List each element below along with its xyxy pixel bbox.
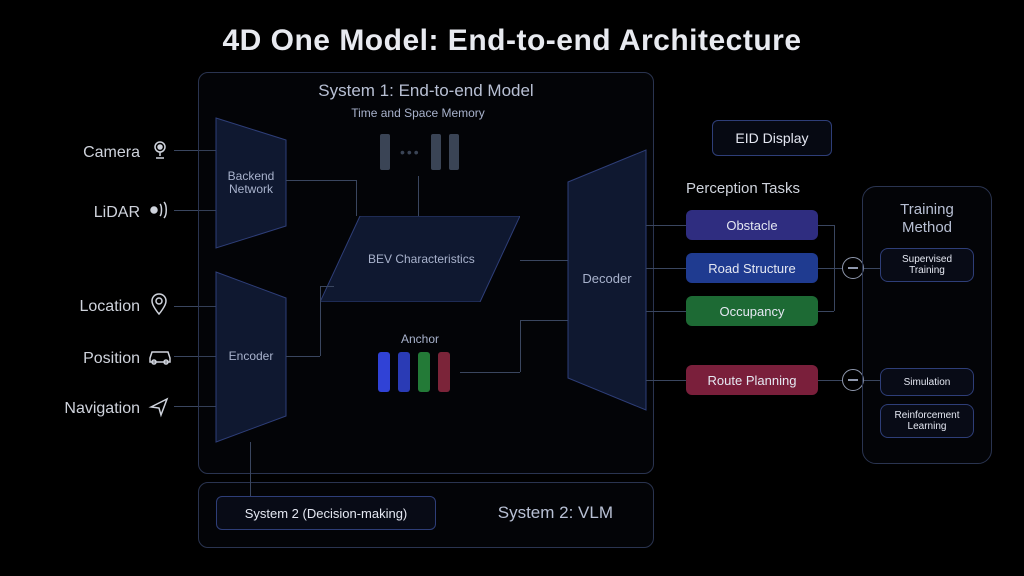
car-icon — [146, 346, 174, 371]
page-title: 4D One Model: End-to-end Architecture — [0, 24, 1024, 58]
perception-tasks-header: Perception Tasks — [686, 180, 800, 197]
task-occupancy: Occupancy — [686, 296, 818, 326]
block-reinforcement-learning: Reinforcement Learning — [880, 404, 974, 438]
eid-display-label: EID Display — [735, 130, 808, 146]
task-obstacle: Obstacle — [686, 210, 818, 240]
panel-system-2-title: System 2: VLM — [498, 503, 613, 523]
block-encoder: Encoder — [216, 272, 286, 447]
bev-label: BEV Characteristics — [368, 252, 475, 266]
anchor-bar — [378, 352, 390, 392]
anchor-bar — [418, 352, 430, 392]
input-label-lidar: LiDAR — [20, 204, 140, 222]
encoder-label: Encoder — [222, 350, 280, 363]
training-method-header: Training Method — [863, 201, 991, 237]
input-label-position: Position — [20, 350, 140, 368]
panel-system-1-title: System 1: End-to-end Model — [199, 81, 653, 101]
backend-network-label: Backend Network — [222, 170, 280, 196]
decoder-label: Decoder — [582, 272, 632, 286]
ellipsis-icon: ••• — [398, 144, 423, 160]
memory-bar — [380, 134, 390, 170]
memory-bar — [431, 134, 441, 170]
block-decision-making: System 2 (Decision-making) — [216, 496, 436, 530]
anchor-bar — [398, 352, 410, 392]
minus-icon — [842, 369, 864, 391]
input-label-location: Location — [20, 298, 140, 316]
lidar-icon — [148, 200, 172, 225]
input-label-camera: Camera — [20, 144, 140, 162]
block-backend-network: Backend Network — [216, 118, 286, 253]
block-decoder: Decoder — [568, 150, 646, 415]
task-route-planning: Route Planning — [686, 365, 818, 395]
anchor-label: Anchor — [370, 332, 470, 346]
location-pin-icon — [148, 292, 170, 323]
anchor-bar — [438, 352, 450, 392]
camera-icon — [148, 138, 172, 167]
block-eid-display: EID Display — [712, 120, 832, 156]
memory-bar — [449, 134, 459, 170]
memory-bars: ••• — [380, 134, 459, 170]
minus-icon — [842, 257, 864, 279]
block-supervised-training: Supervised Training — [880, 248, 974, 282]
navigation-arrow-icon — [148, 396, 170, 423]
block-simulation: Simulation — [880, 368, 974, 396]
input-label-navigation: Navigation — [20, 400, 140, 418]
decision-making-label: System 2 (Decision-making) — [245, 506, 408, 521]
task-road-structure: Road Structure — [686, 253, 818, 283]
block-bev: BEV Characteristics — [320, 216, 520, 307]
diagram-stage: 4D One Model: End-to-end Architecture Ca… — [0, 0, 1024, 576]
memory-label: Time and Space Memory — [328, 106, 508, 120]
anchor-bars — [378, 352, 450, 392]
